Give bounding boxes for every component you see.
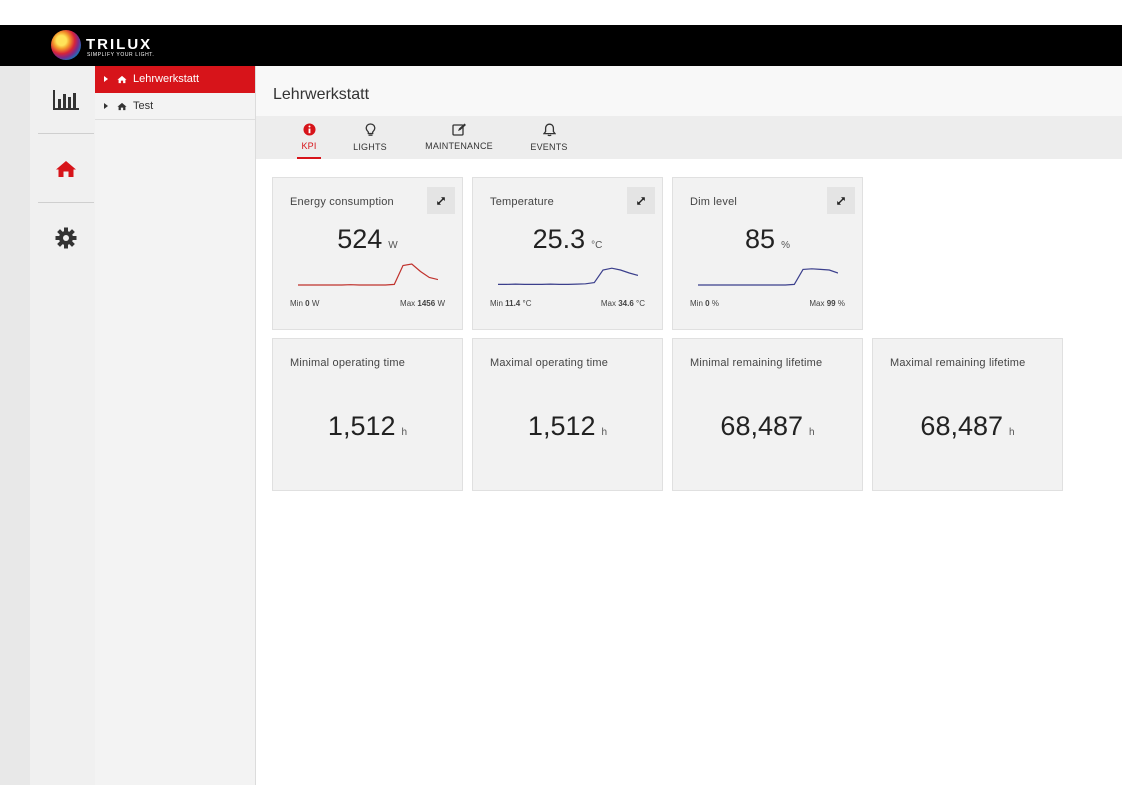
bell-icon: [542, 123, 556, 137]
tree-item-test[interactable]: Test: [95, 93, 255, 120]
tab-lights[interactable]: LIGHTS: [352, 116, 388, 159]
main-content: Lehrwerkstatt KPI LIGHTS MAINTENANCE EVE…: [256, 66, 1122, 785]
tab-label: EVENTS: [530, 142, 568, 152]
info-icon: [302, 123, 316, 136]
kpi-card-energy: Energy consumption 524 W Min 0 W Max 1456…: [272, 177, 463, 330]
sidebar-edge: [0, 66, 30, 785]
min-value: Min 0 W: [290, 299, 320, 308]
min-value: Min 11.4 °C: [490, 299, 532, 308]
kpi-number: 524: [337, 224, 383, 254]
kpi-value: 524 W: [273, 224, 462, 255]
kpi-number: 68,487: [720, 411, 804, 441]
logo-text: TRILUX: [86, 36, 153, 53]
page-title: Lehrwerkstatt: [273, 86, 370, 103]
kpi-unit: %: [781, 240, 790, 251]
tree-item-lehrwerkstatt[interactable]: Lehrwerkstatt: [95, 66, 255, 93]
nav-settings[interactable]: [38, 204, 94, 272]
kpi-number: 85: [745, 224, 776, 254]
max-value: Max 1456 W: [400, 299, 445, 308]
expand-icon: [437, 196, 445, 205]
tree-item-label: Lehrwerkstatt: [133, 73, 200, 85]
gear-icon: [55, 227, 77, 249]
card-title: Minimal remaining lifetime: [690, 357, 823, 369]
trilux-logo[interactable]: TRILUX SIMPLIFY YOUR LIGHT.: [51, 30, 181, 62]
card-title: Maximal remaining lifetime: [890, 357, 1026, 369]
top-bar: TRILUX SIMPLIFY YOUR LIGHT.: [0, 25, 1122, 66]
tab-label: MAINTENANCE: [425, 141, 493, 151]
kpi-value: 1,512 h: [473, 411, 662, 442]
tab-label: KPI: [301, 141, 317, 151]
card-title: Minimal operating time: [290, 357, 406, 369]
kpi-card-max-remaining-lifetime: Maximal remaining lifetime 68,487 h: [872, 338, 1063, 491]
kpi-unit: h: [809, 427, 815, 438]
kpi-value: 85%: [673, 224, 862, 255]
kpi-card-min-operating-time: Minimal operating time 1,512 h: [272, 338, 463, 491]
expand-button[interactable]: [627, 187, 655, 214]
kpi-unit: W: [388, 240, 398, 251]
bar-chart-icon: [53, 89, 79, 110]
temperature-sparkline: [498, 267, 638, 285]
nav-analytics[interactable]: [38, 66, 94, 134]
title-bar: Lehrwerkstatt: [256, 66, 1122, 116]
logo-mark-icon: [51, 30, 81, 60]
min-value: Min 0 %: [690, 299, 719, 308]
lightbulb-icon: [365, 123, 375, 136]
kpi-card-max-operating-time: Maximal operating time 1,512 h: [472, 338, 663, 491]
nav-home[interactable]: [38, 135, 94, 203]
expand-button[interactable]: [827, 187, 855, 214]
kpi-unit: h: [1009, 427, 1015, 438]
caret-right-icon[interactable]: [104, 103, 108, 109]
kpi-number: 25.3: [532, 224, 586, 254]
expand-icon: [637, 196, 645, 205]
tab-bar: KPI LIGHTS MAINTENANCE EVENTS: [256, 116, 1122, 159]
expand-icon: [837, 196, 845, 205]
kpi-number: 1,512: [327, 411, 396, 441]
kpi-value: 1,512 h: [273, 411, 462, 442]
dim-level-sparkline: [698, 268, 838, 286]
expand-button[interactable]: [427, 187, 455, 214]
card-title: Temperature: [490, 196, 554, 208]
card-title: Dim level: [690, 196, 738, 208]
home-icon: [56, 160, 76, 177]
card-title: Maximal operating time: [490, 357, 609, 369]
kpi-card-dim-level: Dim level 85% Min 0 % Max 99 %: [672, 177, 863, 330]
caret-right-icon[interactable]: [104, 76, 108, 82]
tree-item-label: Test: [133, 100, 154, 112]
tab-label: LIGHTS: [353, 142, 387, 152]
energy-sparkline: [298, 263, 438, 286]
kpi-card-min-remaining-lifetime: Minimal remaining lifetime 68,487 h: [672, 338, 863, 491]
max-value: Max 99 %: [809, 299, 845, 308]
location-tree: Lehrwerkstatt Test: [95, 66, 256, 785]
kpi-value: 68,487 h: [873, 411, 1062, 442]
kpi-unit: h: [601, 427, 608, 438]
tab-kpi[interactable]: KPI: [297, 116, 321, 159]
kpi-unit: h: [401, 427, 408, 438]
max-value: Max 34.6 °C: [600, 299, 645, 308]
tab-maintenance[interactable]: MAINTENANCE: [425, 116, 493, 159]
kpi-value: 25.3 °C: [473, 224, 662, 255]
home-icon: [117, 75, 127, 83]
kpi-unit: °C: [591, 240, 603, 251]
home-icon: [117, 102, 127, 110]
card-title: Energy consumption: [290, 196, 394, 208]
kpi-number: 68,487: [920, 411, 1004, 441]
kpi-card-temperature: Temperature 25.3 °C Min 11.4 °C Max 34.6 …: [472, 177, 663, 330]
logo-tagline: SIMPLIFY YOUR LIGHT.: [87, 52, 155, 58]
icon-sidebar: [0, 66, 95, 785]
kpi-number: 1,512: [527, 411, 596, 441]
tab-events[interactable]: EVENTS: [530, 116, 568, 159]
edit-icon: [451, 123, 466, 136]
kpi-value: 68,487 h: [673, 411, 862, 442]
